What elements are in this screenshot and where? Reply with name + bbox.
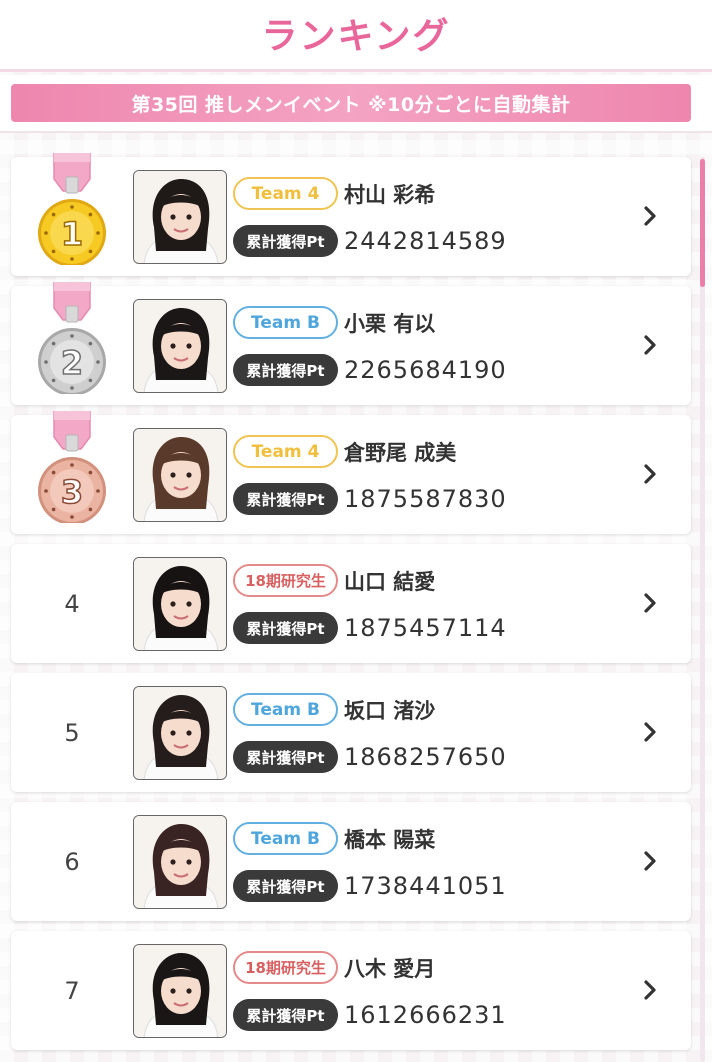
team-badge: Team B [233, 693, 338, 726]
total-points-label: 累計獲得Pt [233, 741, 338, 773]
total-points-label: 累計獲得Pt [233, 999, 338, 1031]
total-points-label: 累計獲得Pt [233, 483, 338, 515]
ranking-row[interactable]: 3 Team 4 倉野尾 成美 累計獲得Pt 1875587830 [11, 410, 691, 534]
member-name: 八木 愛月 [344, 956, 436, 981]
total-points-label: 累計獲得Pt [233, 870, 338, 902]
svg-text:2: 2 [61, 344, 83, 382]
total-points-value: 1875587830 [344, 485, 507, 513]
total-points-label: 累計獲得Pt [233, 225, 338, 257]
team-badge: 18期研究生 [233, 951, 338, 984]
total-points-value: 1738441051 [344, 872, 507, 900]
total-points-value: 1868257650 [344, 743, 507, 771]
total-points-label: 累計獲得Pt [233, 612, 338, 644]
member-photo [133, 428, 227, 522]
ranking-row[interactable]: 5 Team B 坂口 渚沙 累計獲得Pt 1868257650 [11, 673, 691, 792]
member-photo [133, 170, 227, 264]
member-photo [133, 299, 227, 393]
chevron-right-icon[interactable] [639, 977, 661, 1003]
total-points-value: 2265684190 [344, 356, 507, 384]
team-badge: Team 4 [233, 177, 338, 210]
team-badge: Team 4 [233, 435, 338, 468]
member-photo [133, 686, 227, 780]
app-header: ランキング [0, 0, 712, 72]
ranking-row[interactable]: 2 Team B 小栗 有以 累計獲得Pt 2265684190 [11, 281, 691, 405]
member-photo [133, 557, 227, 651]
total-points-value: 1875457114 [344, 614, 507, 642]
svg-text:3: 3 [61, 473, 83, 511]
team-badge: 18期研究生 [233, 564, 338, 597]
silver-medal-icon: 2 [35, 281, 109, 396]
scrollbar-thumb[interactable] [700, 159, 705, 287]
ranking-row[interactable]: 4 18期研究生 山口 結愛 累計獲得Pt 1875457114 [11, 544, 691, 663]
member-name: 倉野尾 成美 [344, 440, 457, 465]
member-name: 小栗 有以 [344, 311, 436, 336]
total-points-label: 累計獲得Pt [233, 354, 338, 386]
rank-number: 6 [64, 847, 80, 876]
total-points-value: 1612666231 [344, 1001, 507, 1029]
svg-text:1: 1 [61, 215, 83, 253]
bronze-medal-icon: 3 [35, 410, 109, 525]
gold-medal-icon: 1 [35, 152, 109, 267]
ranking-row[interactable]: 7 18期研究生 八木 愛月 累計獲得Pt 1612666231 [11, 931, 691, 1050]
page-title: ランキング [261, 15, 451, 57]
chevron-right-icon[interactable] [639, 590, 661, 616]
chevron-right-icon[interactable] [639, 719, 661, 745]
member-name: 橋本 陽菜 [344, 827, 436, 852]
event-banner: 第35回 推しメンイベント ※10分ごとに自動集計 [11, 84, 691, 122]
chevron-right-icon[interactable] [639, 203, 661, 229]
rank-number: 7 [64, 976, 80, 1005]
chevron-right-icon[interactable] [639, 848, 661, 874]
member-name: 山口 結愛 [344, 569, 436, 594]
ranking-row[interactable]: 1 Team 4 村山 彩希 累計獲得Pt 2442814589 [11, 152, 691, 276]
member-name: 村山 彩希 [344, 182, 436, 207]
chevron-right-icon[interactable] [639, 461, 661, 487]
team-badge: Team B [233, 306, 338, 339]
scrollbar[interactable] [700, 157, 705, 1062]
member-photo [133, 815, 227, 909]
event-banner-container: 第35回 推しメンイベント ※10分ごとに自動集計 [0, 75, 712, 133]
chevron-right-icon[interactable] [639, 332, 661, 358]
rank-number: 4 [64, 589, 80, 618]
rank-number: 5 [64, 718, 80, 747]
total-points-value: 2442814589 [344, 227, 507, 255]
ranking-row[interactable]: 6 Team B 橋本 陽菜 累計獲得Pt 1738441051 [11, 802, 691, 921]
member-photo [133, 944, 227, 1038]
team-badge: Team B [233, 822, 338, 855]
member-name: 坂口 渚沙 [344, 698, 436, 723]
